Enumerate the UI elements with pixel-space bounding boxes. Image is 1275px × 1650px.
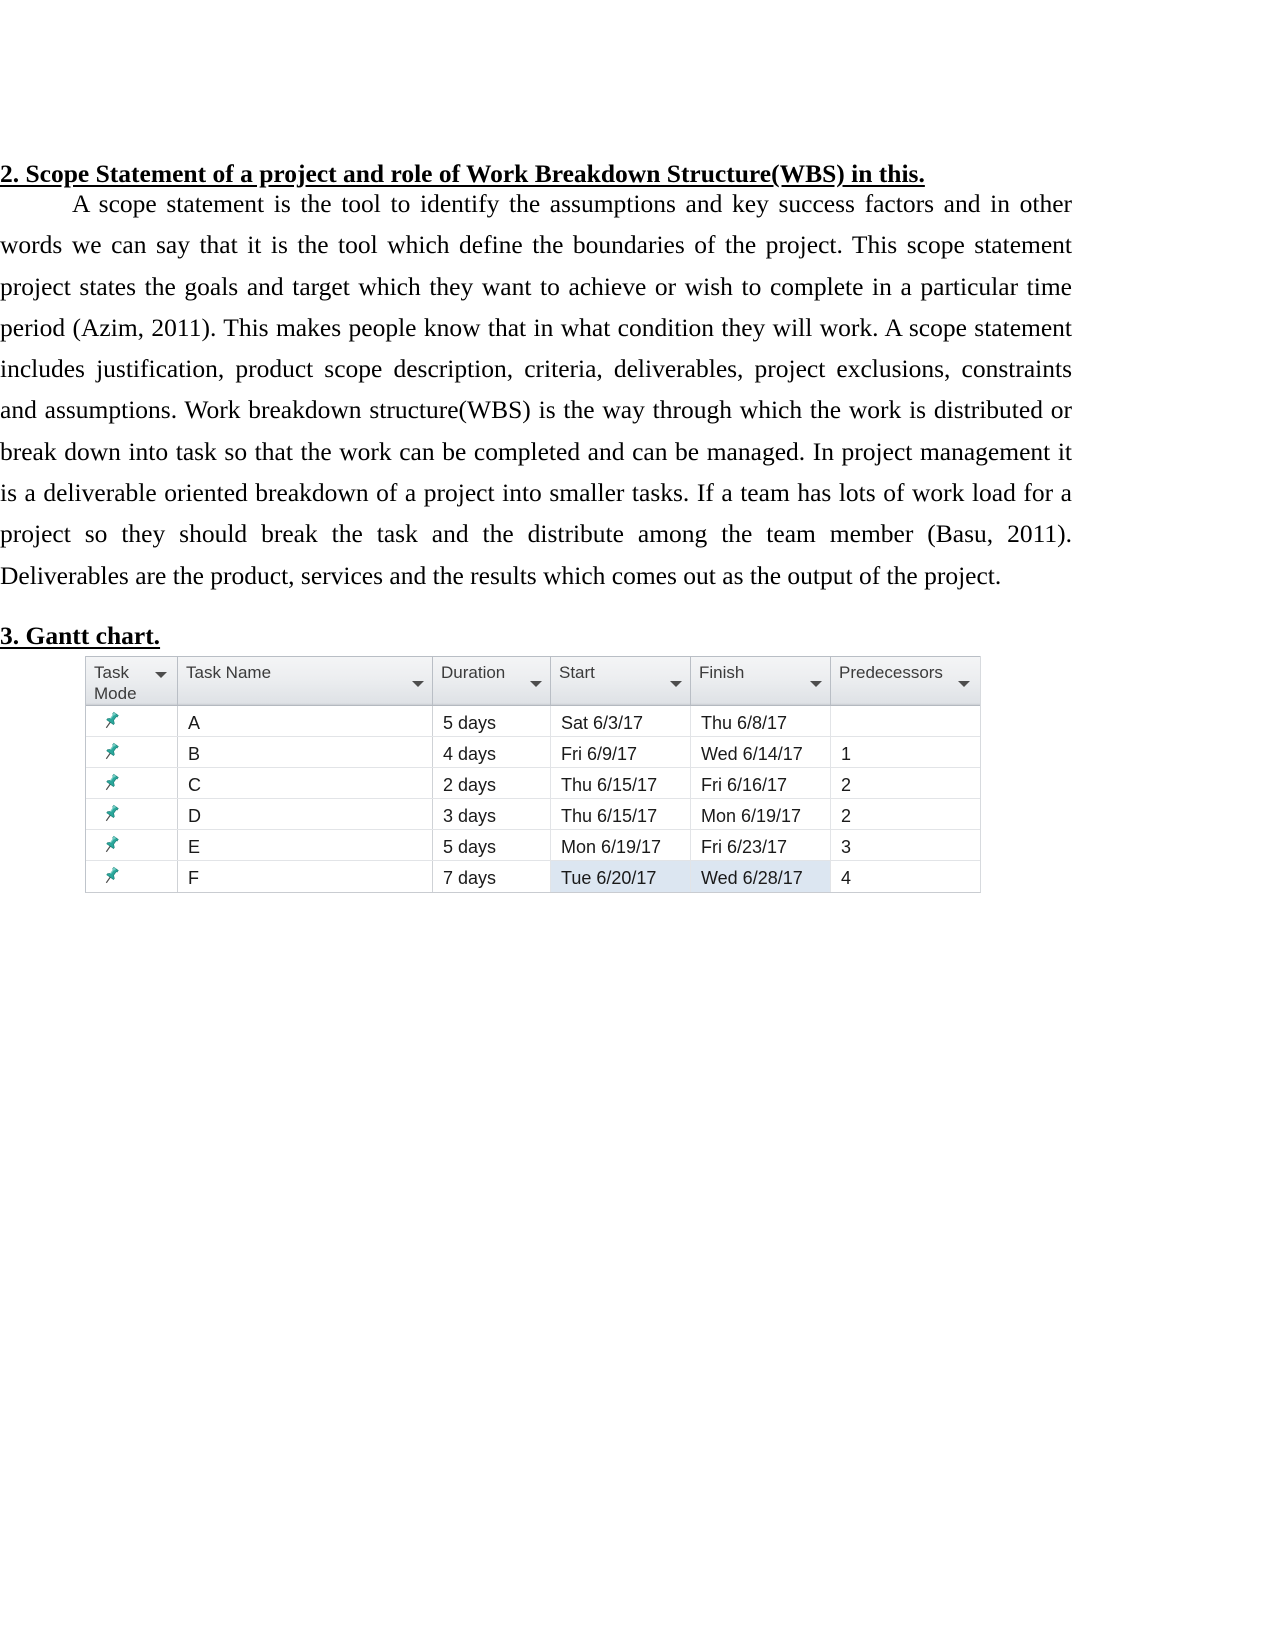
cell-task-mode[interactable] xyxy=(86,768,178,798)
cell-task-mode[interactable] xyxy=(86,706,178,736)
cell-predecessors[interactable]: 4 xyxy=(831,861,980,892)
cell-task-name[interactable]: F xyxy=(178,861,433,892)
table-row[interactable]: C2 days Thu 6/15/17 Fri 6/16/17 2 xyxy=(86,768,980,799)
scope-statement-paragraph: A scope statement is the tool to identif… xyxy=(0,183,1072,596)
column-header-predecessors[interactable]: Predecessors xyxy=(831,657,980,705)
cell-finish[interactable]: Wed 6/14/17 xyxy=(691,737,831,767)
table-body: A5 days Sat 6/3/17 Thu 6/8/17 B 4 days Fri 6/… xyxy=(86,706,980,892)
chevron-down-icon[interactable] xyxy=(530,681,542,687)
cell-start[interactable]: Fri 6/9/17 xyxy=(551,737,691,767)
table-row[interactable]: E5 days Mon 6/19/17 Fri 6/23/17 3 xyxy=(86,830,980,861)
heading-gantt-chart: 3. Gantt chart. xyxy=(0,621,161,651)
cell-start[interactable]: Mon 6/19/17 xyxy=(551,830,691,860)
table-row[interactable]: A5 days Sat 6/3/17 Thu 6/8/17 xyxy=(86,706,980,737)
column-header-start-label: Start xyxy=(559,663,595,682)
pushpin-icon xyxy=(100,772,122,794)
column-header-task-name[interactable]: Task Name xyxy=(178,657,433,705)
cell-task-mode[interactable] xyxy=(86,830,178,860)
cell-duration[interactable]: 3 days xyxy=(433,799,551,829)
cell-predecessors[interactable]: 2 xyxy=(831,768,980,798)
cell-start[interactable]: Thu 6/15/17 xyxy=(551,768,691,798)
cell-start[interactable]: Thu 6/15/17 xyxy=(551,799,691,829)
column-header-duration-label: Duration xyxy=(441,663,506,682)
cell-start[interactable]: Sat 6/3/17 xyxy=(551,706,691,736)
cell-task-mode[interactable] xyxy=(86,861,178,892)
column-header-task-name-label: Task Name xyxy=(186,663,272,682)
cell-task-mode[interactable] xyxy=(86,737,178,767)
cell-finish[interactable]: Thu 6/8/17 xyxy=(691,706,831,736)
chevron-down-icon[interactable] xyxy=(958,681,970,687)
column-header-task-mode-line2: Mode xyxy=(94,684,137,703)
document-page: 2. Scope Statement of a project and role… xyxy=(0,0,1275,1650)
pushpin-icon xyxy=(100,710,122,732)
pushpin-icon xyxy=(100,834,122,856)
cell-predecessors[interactable]: 2 xyxy=(831,799,980,829)
table-row[interactable]: B4 days Fri 6/9/17 Wed 6/14/17 1 xyxy=(86,737,980,768)
cell-predecessors[interactable]: 1 xyxy=(831,737,980,767)
cell-finish[interactable]: Fri 6/16/17 xyxy=(691,768,831,798)
cell-task-mode[interactable] xyxy=(86,799,178,829)
pushpin-icon xyxy=(100,865,122,887)
table-header-row: Task Mode Task Name Duration Start Finis… xyxy=(86,656,980,706)
paragraph-text: A scope statement is the tool to identif… xyxy=(0,189,1072,590)
column-header-start[interactable]: Start xyxy=(551,657,691,705)
cell-finish[interactable]: Mon 6/19/17 xyxy=(691,799,831,829)
chevron-down-icon[interactable] xyxy=(155,672,167,678)
cell-finish[interactable]: Wed 6/28/17 xyxy=(691,861,831,892)
cell-task-name[interactable]: A xyxy=(178,706,433,736)
cell-finish[interactable]: Fri 6/23/17 xyxy=(691,830,831,860)
pushpin-icon xyxy=(100,803,122,825)
cell-task-name[interactable]: E xyxy=(178,830,433,860)
column-header-predecessors-label: Predecessors xyxy=(839,663,943,682)
column-header-finish[interactable]: Finish xyxy=(691,657,831,705)
cell-start[interactable]: Tue 6/20/17 xyxy=(551,861,691,892)
column-header-finish-label: Finish xyxy=(699,663,745,682)
project-task-table: Task Mode Task Name Duration Start Finis… xyxy=(85,656,981,893)
pushpin-icon xyxy=(100,741,122,763)
cell-task-name[interactable]: B xyxy=(178,737,433,767)
cell-duration[interactable]: 5 days xyxy=(433,830,551,860)
chevron-down-icon[interactable] xyxy=(412,681,424,687)
cell-predecessors[interactable] xyxy=(831,706,980,736)
table-row[interactable]: D3 days Thu 6/15/17 Mon 6/19/17 2 xyxy=(86,799,980,830)
chevron-down-icon[interactable] xyxy=(670,681,682,687)
table-row[interactable]: F7 days Tue 6/20/17 Wed 6/28/17 4 xyxy=(86,861,980,892)
cell-duration[interactable]: 7 days xyxy=(433,861,551,892)
cell-predecessors[interactable]: 3 xyxy=(831,830,980,860)
cell-task-name[interactable]: C xyxy=(178,768,433,798)
column-header-duration[interactable]: Duration xyxy=(433,657,551,705)
cell-duration[interactable]: 2 days xyxy=(433,768,551,798)
chevron-down-icon[interactable] xyxy=(810,681,822,687)
cell-task-name[interactable]: D xyxy=(178,799,433,829)
column-header-task-mode[interactable]: Task Mode xyxy=(86,657,178,705)
cell-duration[interactable]: 5 days xyxy=(433,706,551,736)
cell-duration[interactable]: 4 days xyxy=(433,737,551,767)
